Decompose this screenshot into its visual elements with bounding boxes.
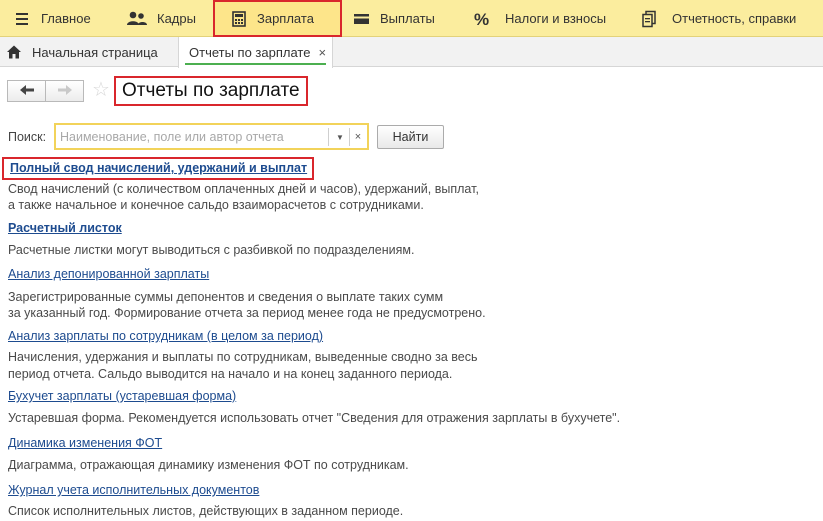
report-description: период отчета. Сальдо выводится на начал… [8,367,453,381]
report-description: Диаграмма, отражающая динамику изменения… [8,458,409,472]
main-menu-bar: Главное Кадры Зарплата Выплаты % Налоги … [0,0,823,37]
tab-salary-reports[interactable]: Отчеты по зарплате × [178,37,334,68]
menu-item-label: Налоги и взносы [505,11,607,26]
tab-strip: Начальная страница Отчеты по зарплате × [0,37,823,68]
documents-icon [640,10,658,28]
menu-item-label: Отчетность, справки [672,11,797,26]
menu-item-label: Зарплата [257,11,314,26]
find-button[interactable]: Найти [377,125,444,149]
page-title: Отчеты по зарплате [114,76,308,106]
report-description: Список исполнительных листов, действующи… [8,504,404,518]
search-input[interactable] [60,128,322,146]
report-description: Расчетные листки могут выводиться с разб… [8,243,415,257]
search-clear-icon[interactable]: × [349,127,367,147]
report-description: Зарегистрированные суммы депонентов и св… [8,290,444,304]
menu-item-label: Главное [41,11,91,26]
calculator-icon [230,10,248,28]
report-link-salary-accounting[interactable]: Бухучет зарплаты (устаревшая форма) [8,389,236,403]
hamburger-icon [14,10,32,28]
close-tab-icon[interactable]: × [318,45,326,60]
card-icon [353,10,371,28]
menu-item-reporting[interactable]: Отчетность, справки [640,0,796,37]
tab-salary-reports-label: Отчеты по зарплате [189,45,311,60]
back-button[interactable] [7,80,46,102]
report-link-deposited-salary[interactable]: Анализ депонированной зарплаты [8,267,209,281]
menu-item-payments[interactable]: Выплаты [353,0,435,37]
search-field: ▼ × [54,123,369,150]
tab-home-label: Начальная страница [32,44,158,60]
percent-icon: % [473,10,493,29]
divider [328,128,329,146]
report-link-payslip[interactable]: Расчетный листок [8,221,122,235]
arrow-left-icon [19,84,35,99]
menu-item-personnel[interactable]: Кадры [126,0,196,37]
search-label: Поиск: [8,130,47,144]
favorite-star-icon[interactable]: ☆ [92,79,110,101]
report-description: Начисления, удержания и выплаты по сотру… [8,350,478,364]
report-description: Устаревшая форма. Рекомендуется использо… [8,411,621,425]
menu-item-label: Кадры [157,11,196,26]
svg-text:%: % [474,10,489,28]
report-description: а также начальное и конечное сальдо взаи… [8,198,424,212]
people-icon [126,10,148,28]
menu-item-label: Выплаты [380,11,435,26]
report-description: Свод начислений (с количеством оплаченны… [8,182,479,196]
report-link-salary-by-employee[interactable]: Анализ зарплаты по сотрудникам (в целом … [8,329,323,343]
report-description: за указанный год. Формирование отчета за… [8,306,486,320]
tab-home[interactable]: Начальная страница [6,37,158,67]
menu-item-main[interactable]: Главное [14,0,91,37]
report-link-writs-journal[interactable]: Журнал учета исполнительных документов [8,483,259,497]
menu-item-taxes[interactable]: % Налоги и взносы [473,0,606,37]
menu-item-salary[interactable]: Зарплата [213,0,342,37]
home-icon [6,44,22,60]
forward-button[interactable] [45,80,84,102]
search-dropdown-icon[interactable]: ▼ [330,127,350,147]
report-link-full-summary[interactable]: Полный свод начислений, удержаний и выпл… [2,157,315,180]
report-link-payroll-dynamics[interactable]: Динамика изменения ФОТ [8,436,162,450]
arrow-right-icon [57,84,73,99]
